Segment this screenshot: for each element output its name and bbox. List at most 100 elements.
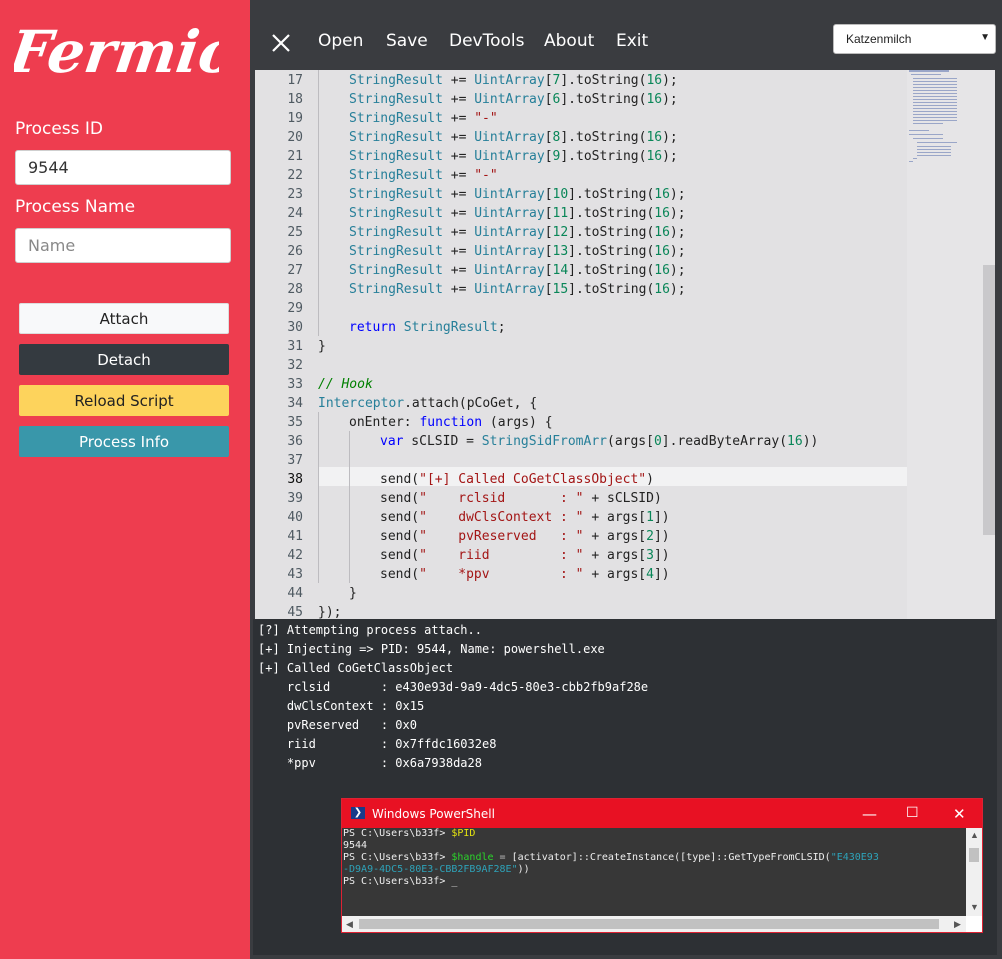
ps-horizontal-scrollbar[interactable]: ◀ ▶ (342, 916, 966, 932)
line-number: 31 (287, 339, 303, 354)
line-number: 18 (287, 92, 303, 107)
code-line: StringResult += UintArray[15].toString(1… (349, 282, 686, 297)
powershell-title: Windows PowerShell (372, 807, 495, 821)
console-line: riid : 0x7ffdc16032e8 (258, 737, 497, 751)
code-line: } (318, 339, 326, 354)
process-name-label: Process Name (15, 197, 136, 217)
close-icon[interactable]: ✕ (953, 805, 966, 823)
menu-about[interactable]: About (544, 31, 594, 51)
ps-scroll-thumb[interactable] (359, 919, 939, 929)
line-number: 26 (287, 244, 303, 259)
ps-string: "E430E93 (830, 852, 879, 863)
powershell-window[interactable]: ❯ Windows PowerShell — ☐ ✕ PS C:\Users\b… (341, 798, 983, 933)
console-line: *ppv : 0x6a7938da28 (258, 756, 482, 770)
fermion-logo: Fermion (14, 17, 219, 85)
line-number: 22 (287, 168, 303, 183)
code-line: send(" *ppv : " + args[4]) (380, 567, 670, 582)
line-number: 35 (287, 415, 303, 430)
attach-button[interactable]: Attach (19, 303, 229, 334)
sidebar: Fermion Process ID Process Name Attach D… (0, 0, 250, 959)
line-number: 30 (287, 320, 303, 335)
ps-line: PS C:\Users\b33f> $PID (343, 828, 475, 840)
scroll-down-icon[interactable]: ▼ (970, 902, 979, 912)
reload-script-button[interactable]: Reload Script (19, 385, 229, 416)
line-number: 36 (287, 434, 303, 449)
ps-line: PS C:\Users\b33f> $handle = [activator]:… (343, 852, 879, 864)
line-number: 28 (287, 282, 303, 297)
menu-exit[interactable]: Exit (616, 31, 648, 51)
code-line: return StringResult; (349, 320, 506, 335)
process-info-button[interactable]: Process Info (19, 426, 229, 457)
ps-vertical-scrollbar[interactable]: ▲ ▼ (966, 828, 982, 916)
ps-scroll-thumb[interactable] (969, 848, 979, 862)
menu-devtools[interactable]: DevTools (449, 31, 525, 51)
ps-prompt: PS C:\Users\b33f> (343, 876, 452, 887)
scroll-left-icon[interactable]: ◀ (346, 919, 353, 930)
detach-button[interactable]: Detach (19, 344, 229, 375)
indent-guide (318, 412, 319, 583)
console-line: dwClsContext : 0x15 (258, 699, 425, 713)
minimap[interactable] (907, 70, 995, 619)
powershell-titlebar[interactable]: ❯ Windows PowerShell — ☐ ✕ (342, 799, 982, 828)
scroll-right-icon[interactable]: ▶ (954, 919, 961, 930)
console-line: [?] Attempting process attach.. (258, 623, 482, 637)
code-line: StringResult += UintArray[10].toString(1… (349, 187, 686, 202)
code-line: var sCLSID = StringSidFromArr(args[0].re… (380, 434, 819, 449)
code-line: send(" pvReserved : " + args[2]) (380, 529, 670, 544)
ps-string: -D9A9-4DC5-80E3-CBB2FB9AF28E" (343, 864, 518, 875)
ps-prompt: PS C:\Users\b33f> (343, 828, 452, 839)
code-line: onEnter: function (args) { (349, 415, 553, 430)
theme-select[interactable]: Katzenmilch ▼ (833, 24, 996, 54)
line-number: 44 (287, 586, 303, 601)
code-line: // Hook (318, 377, 373, 392)
process-name-input[interactable] (15, 228, 231, 263)
line-number: 41 (287, 529, 303, 544)
line-number: 21 (287, 149, 303, 164)
ps-prompt: PS C:\Users\b33f> (343, 852, 452, 863)
console-line: [+] Injecting => PID: 9544, Name: powers… (258, 642, 605, 656)
top-menu-bar: Open Save DevTools About Exit Katzenmilc… (250, 0, 1002, 70)
code-line: StringResult += UintArray[13].toString(1… (349, 244, 686, 259)
line-number: 42 (287, 548, 303, 563)
close-icon[interactable] (270, 33, 292, 53)
ps-line: -D9A9-4DC5-80E3-CBB2FB9AF28E")) (343, 864, 530, 876)
theme-select-value: Katzenmilch (846, 32, 912, 46)
code-line: StringResult += UintArray[7].toString(16… (349, 73, 678, 88)
ps-operator: = (493, 852, 512, 863)
powershell-console[interactable]: PS C:\Users\b33f> $PID 9544 PS C:\Users\… (342, 828, 966, 916)
process-id-input[interactable] (15, 150, 231, 185)
code-line: StringResult += UintArray[12].toString(1… (349, 225, 686, 240)
line-number: 29 (287, 301, 303, 316)
line-number: 40 (287, 510, 303, 525)
line-number: 45 (287, 605, 303, 619)
line-number: 32 (287, 358, 303, 373)
process-id-label: Process ID (15, 119, 103, 139)
code-line: send(" rclsid : " + sCLSID) (380, 491, 662, 506)
code-line: StringResult += "-" (349, 111, 498, 126)
scroll-up-icon[interactable]: ▲ (970, 830, 979, 840)
code-editor[interactable]: 17 18 19 20 21 22 23 24 25 26 27 28 29 30 31 32 33 34 35 36… (255, 70, 995, 619)
code-line: }); (318, 605, 342, 619)
line-number: 23 (287, 187, 303, 202)
indent-guide (349, 431, 350, 583)
ps-cursor: _ (451, 876, 458, 887)
line-number: 34 (287, 396, 303, 411)
chevron-down-icon: ▼ (980, 32, 990, 43)
maximize-icon[interactable]: ☐ (906, 805, 919, 821)
menu-open[interactable]: Open (318, 31, 363, 51)
code-line: StringResult += UintArray[8].toString(16… (349, 130, 678, 145)
ps-command: $PID (451, 828, 476, 839)
code-line: send(" riid : " + args[3]) (380, 548, 670, 563)
minimize-icon[interactable]: — (862, 805, 877, 823)
editor-scrollbar[interactable] (983, 265, 995, 535)
menu-save[interactable]: Save (386, 31, 428, 51)
line-number: 25 (287, 225, 303, 240)
svg-text:Fermion: Fermion (14, 17, 219, 85)
code-line: StringResult += UintArray[6].toString(16… (349, 92, 678, 107)
code-line: StringResult += UintArray[11].toString(1… (349, 206, 686, 221)
minimap-preview (909, 70, 957, 162)
code-line: send(" dwClsContext : " + args[1]) (380, 510, 670, 525)
console-line: pvReserved : 0x0 (258, 718, 417, 732)
line-number: 20 (287, 130, 303, 145)
line-number: 39 (287, 491, 303, 506)
